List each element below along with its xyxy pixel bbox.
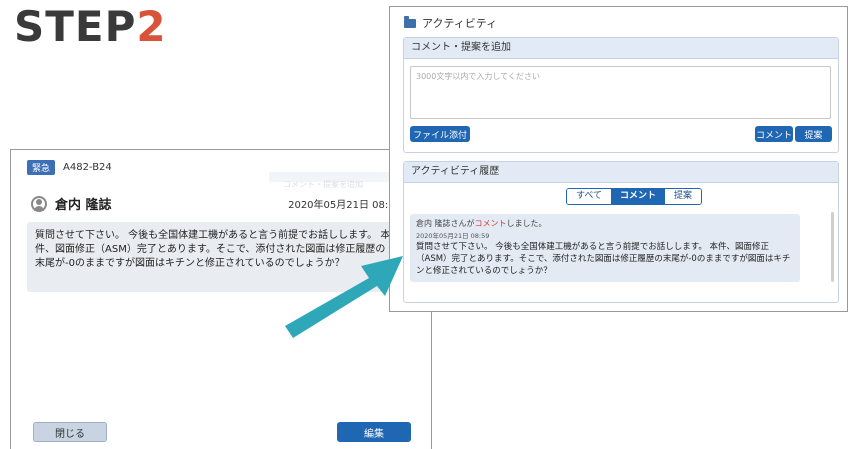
history-user: 倉内 隆誌さんが: [416, 219, 475, 228]
activity-history-panel: アクティビティ履歴 すべて コメント 提案 倉内 隆誌さんがコメントしました。 …: [403, 161, 839, 303]
activity-title-text: アクティビティ: [422, 17, 498, 30]
pointer-arrow-icon: [285, 256, 403, 338]
history-suffix: しました。: [506, 219, 547, 228]
add-comment-header: コメント・提案を追加: [404, 38, 838, 59]
post-date: 2020年05月21日 08:59: [288, 200, 401, 211]
history-text: 質問させて下さい。 今後も全国体建工機があると言う前提でお話しします。 本件、図…: [416, 242, 791, 276]
step-heading: STEP2: [14, 6, 167, 48]
add-comment-panel: コメント・提案を追加 3000文字以内で入力してください ファイル添付 コメント…: [403, 37, 839, 153]
history-action: コメント: [474, 219, 507, 228]
history-scrollbar[interactable]: [831, 212, 834, 282]
tab-all[interactable]: すべて: [567, 189, 612, 204]
activity-window: アクティビティ コメント・提案を追加 3000文字以内で入力してください ファイ…: [389, 6, 848, 312]
tab-comment[interactable]: コメント: [611, 189, 666, 204]
user-row: 倉内 隆誌 2020年05月21日 08:59: [31, 194, 401, 213]
detail-header: 緊急 A482-B24: [27, 159, 112, 175]
history-date: 2020年05月21日 08:59: [416, 232, 490, 240]
comment-textarea[interactable]: 3000文字以内で入力してください: [410, 66, 831, 119]
activity-title: アクティビティ: [404, 15, 497, 31]
folder-icon: [404, 15, 416, 28]
edit-button[interactable]: 編集: [337, 422, 411, 442]
step-number: 2: [136, 2, 167, 51]
attach-file-button[interactable]: ファイル添付: [410, 126, 470, 142]
close-button[interactable]: 閉じる: [33, 422, 107, 442]
item-code: A482-B24: [63, 161, 112, 173]
urgent-badge: 緊急: [27, 159, 56, 175]
history-entry-heading: 倉内 隆誌さんがコメントしました。: [416, 218, 794, 229]
step-prefix: STEP: [14, 2, 137, 51]
history-tabs: すべて コメント 提案: [566, 188, 703, 205]
tab-proposal[interactable]: 提案: [665, 189, 702, 204]
history-header: アクティビティ履歴: [404, 162, 838, 183]
avatar-icon: [31, 195, 47, 212]
user-name: 倉内 隆誌: [55, 198, 112, 213]
comment-button[interactable]: コメント: [755, 126, 793, 142]
faded-text: コメント・提案を追加: [283, 180, 363, 189]
proposal-button[interactable]: 提案: [795, 126, 832, 142]
history-entry: 倉内 隆誌さんがコメントしました。 2020年05月21日 08:59 質問させ…: [410, 214, 800, 282]
